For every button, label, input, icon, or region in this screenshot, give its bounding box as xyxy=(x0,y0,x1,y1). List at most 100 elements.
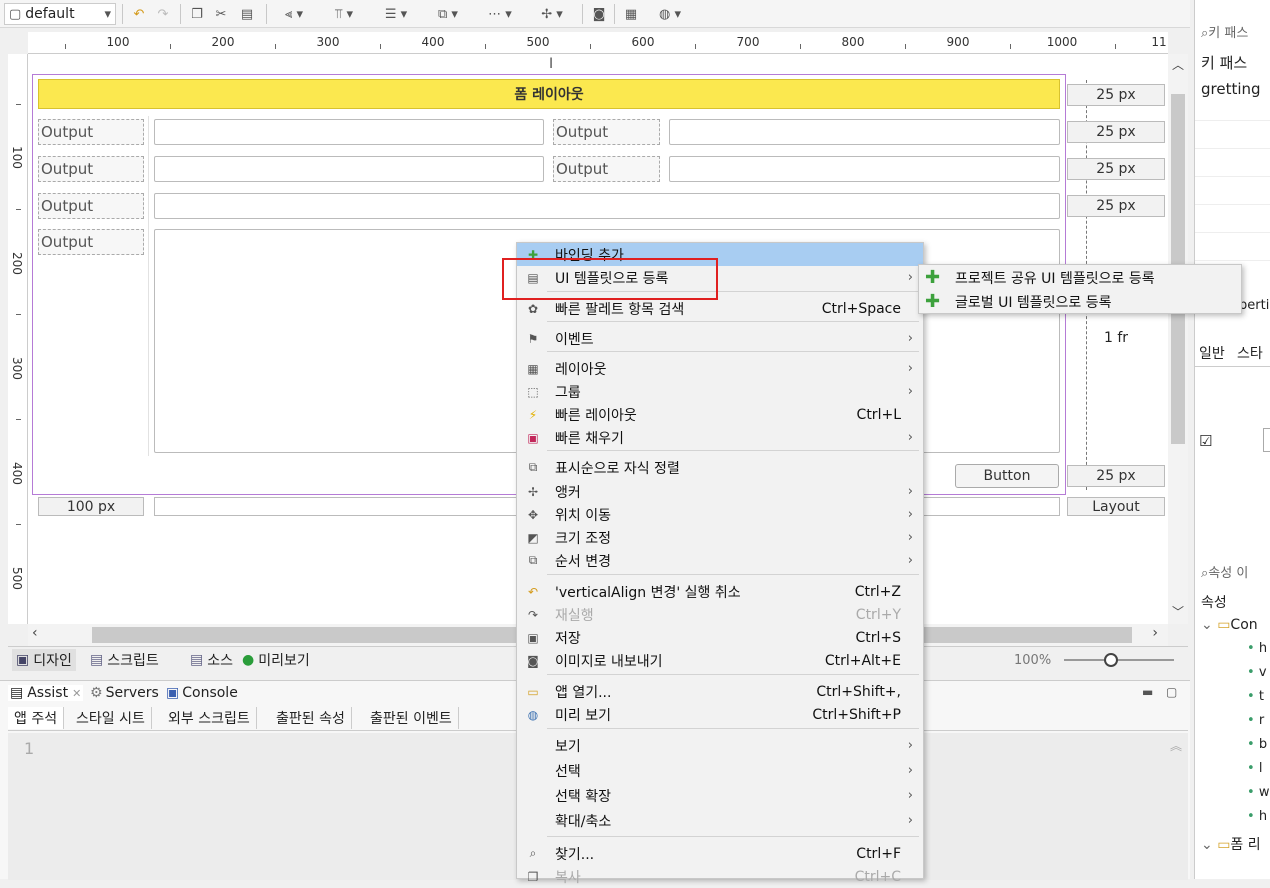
menu-item[interactable]: 선택 확장 › xyxy=(517,784,923,807)
row-height-label[interactable]: 1 fr xyxy=(1067,330,1165,346)
menu-item[interactable]: ✢ 앵커 › xyxy=(517,480,923,503)
chevron-left-icon[interactable]: ‹ xyxy=(32,625,38,641)
tab-design[interactable]: ▣ 디자인 xyxy=(12,649,76,671)
tree-item[interactable]: • h xyxy=(1247,641,1267,656)
menu-item[interactable]: ⌕ 찾기... Ctrl+F xyxy=(517,842,923,865)
menu-item[interactable]: ↷ 재실행 Ctrl+Y xyxy=(517,603,923,626)
collapse-icon[interactable]: ︽ xyxy=(1170,737,1182,754)
row-height-label[interactable]: 25 px xyxy=(1067,195,1165,217)
output-field[interactable]: Output xyxy=(38,119,144,145)
chevron-up-icon[interactable]: ︿ xyxy=(1172,56,1184,73)
row-height-label[interactable]: 25 px xyxy=(1067,121,1165,143)
menu-item[interactable]: ▭ 앱 열기... Ctrl+Shift+, xyxy=(517,680,923,703)
text-input[interactable] xyxy=(669,119,1060,145)
qr-icon[interactable]: ▦ xyxy=(620,3,642,25)
layout-select[interactable]: ▢ default ▾ xyxy=(4,3,116,25)
minimize-icon[interactable]: ▬ xyxy=(1142,685,1153,699)
tab-external-script[interactable]: 외부 스크립트 xyxy=(162,707,257,729)
menu-item[interactable]: ▣ 빠른 채우기 › xyxy=(517,426,923,449)
spacing-icon[interactable]: ⋯ ▾ xyxy=(478,3,522,25)
redo-icon[interactable]: ↷ xyxy=(152,3,174,25)
menu-item[interactable]: ↶ 'verticalAlign 변경' 실행 취소 Ctrl+Z xyxy=(517,580,923,603)
output-field[interactable]: Output xyxy=(38,229,144,255)
form-button[interactable]: Button xyxy=(955,464,1059,488)
keypath-value[interactable]: gretting xyxy=(1201,80,1261,98)
zoom-slider-handle[interactable] xyxy=(1104,653,1118,667)
layout-label[interactable]: Layout xyxy=(1067,497,1165,516)
property-search[interactable]: ⌕속성 이 xyxy=(1201,562,1248,581)
anchor-tool-icon[interactable]: ✢ ▾ xyxy=(530,3,574,25)
copy-icon[interactable]: ❐ xyxy=(186,3,208,25)
align-top-icon[interactable]: ⫪ ▾ xyxy=(322,3,366,25)
undo-icon[interactable]: ↶ xyxy=(128,3,150,25)
tree-node[interactable]: ⌄ ▭폼 리 xyxy=(1201,834,1261,854)
menu-item[interactable]: ⚑ 이벤트 › xyxy=(517,327,923,350)
tree-item[interactable]: • h xyxy=(1247,809,1267,824)
tree-item[interactable]: • w xyxy=(1247,785,1269,800)
tab-properties[interactable]: pertie xyxy=(1239,298,1270,313)
tree-item[interactable]: • v xyxy=(1247,665,1267,680)
row-height-label[interactable]: 25 px xyxy=(1067,84,1165,106)
menu-item[interactable]: ⧉ 표시순으로 자식 정렬 xyxy=(517,456,923,479)
submenu-item[interactable]: ✚ 프로젝트 공유 UI 템플릿으로 등록 xyxy=(919,266,1241,289)
chevron-right-icon[interactable]: › xyxy=(1152,625,1158,641)
row-height-label[interactable]: 25 px xyxy=(1067,465,1165,487)
cut-icon[interactable]: ✂ xyxy=(210,3,232,25)
input-field[interactable] xyxy=(1263,428,1270,452)
form-title-banner[interactable]: 폼 레이아웃 xyxy=(38,79,1060,109)
tab-console[interactable]: ▣ Console xyxy=(166,685,238,701)
menu-item[interactable]: ▦ 레이아웃 › xyxy=(517,357,923,380)
text-input[interactable] xyxy=(154,119,544,145)
row-height-label[interactable]: 25 px xyxy=(1067,158,1165,180)
distribute-icon[interactable]: ☰ ▾ xyxy=(374,3,418,25)
tab-stylesheet[interactable]: 스타일 시트 xyxy=(70,707,152,729)
camera-icon[interactable]: ◙ xyxy=(588,3,610,25)
menu-item[interactable]: 보기 › xyxy=(517,734,923,757)
menu-item[interactable]: ⚡ 빠른 레이아웃 Ctrl+L xyxy=(517,403,923,426)
tab-servers[interactable]: ⚙ Servers xyxy=(90,685,159,701)
tab-source[interactable]: ▤ 소스 xyxy=(190,649,233,671)
chevron-down-icon[interactable]: ﹀ xyxy=(1172,603,1184,620)
tree-node[interactable]: ⌄ ▭Con xyxy=(1201,617,1258,633)
tree-item[interactable]: • r xyxy=(1247,713,1264,728)
menu-item[interactable]: ✿ 빠른 팔레트 항목 검색 Ctrl+Space xyxy=(517,297,923,320)
globe-icon[interactable]: ◍ ▾ xyxy=(648,3,692,25)
tab-assist[interactable]: ▤ Assist ✕ xyxy=(8,685,84,701)
output-field[interactable]: Output xyxy=(38,193,144,219)
tab-general[interactable]: 일반 xyxy=(1199,343,1225,363)
arrange-icon[interactable]: ⧉ ▾ xyxy=(426,3,470,25)
menu-item[interactable]: ◩ 크기 조정 › xyxy=(517,526,923,549)
col-width-label[interactable]: 100 px xyxy=(38,497,144,516)
align-left-icon[interactable]: ⫷ ▾ xyxy=(272,3,316,25)
tab-published-props[interactable]: 출판된 속성 xyxy=(270,707,352,729)
tree-item[interactable]: • l xyxy=(1247,761,1262,776)
tree-item[interactable]: • t xyxy=(1247,689,1264,704)
tree-item[interactable]: • b xyxy=(1247,737,1267,752)
menu-item[interactable]: 확대/축소 › xyxy=(517,809,923,832)
text-input[interactable] xyxy=(669,156,1060,182)
close-icon[interactable]: ✕ xyxy=(72,687,81,700)
menu-item[interactable]: ✥ 위치 이동 › xyxy=(517,503,923,526)
tab-preview[interactable]: ● 미리보기 xyxy=(242,649,310,671)
output-field[interactable]: Output xyxy=(553,156,660,182)
menu-item[interactable]: ⬚ 그룹 › xyxy=(517,380,923,403)
text-input[interactable] xyxy=(154,193,1060,219)
paste-icon[interactable]: ▤ xyxy=(236,3,258,25)
menu-item[interactable]: ❐ 복사 Ctrl+C xyxy=(517,865,923,888)
menu-item[interactable]: ◍ 미리 보기 Ctrl+Shift+P xyxy=(517,703,923,726)
maximize-icon[interactable]: ▢ xyxy=(1166,685,1177,699)
output-field[interactable]: Output xyxy=(553,119,660,145)
text-input[interactable] xyxy=(154,156,544,182)
checkbox[interactable]: ☑ xyxy=(1199,432,1212,450)
tab-app-comment[interactable]: 앱 주석 xyxy=(8,707,65,729)
menu-item[interactable]: ⧉ 순서 변경 › xyxy=(517,549,923,572)
output-field[interactable]: Output xyxy=(38,156,144,182)
vertical-scrollbar[interactable]: ︿ ﹀ xyxy=(1168,54,1188,624)
menu-item[interactable]: ▣ 저장 Ctrl+S xyxy=(517,626,923,649)
menu-item[interactable]: ◙ 이미지로 내보내기 Ctrl+Alt+E xyxy=(517,649,923,672)
tab-style[interactable]: 스타 xyxy=(1237,343,1263,363)
tab-script[interactable]: ▤ 스크립트 xyxy=(90,649,159,671)
submenu-item[interactable]: ✚ 글로벌 UI 템플릿으로 등록 xyxy=(919,290,1241,313)
tab-published-events[interactable]: 출판된 이벤트 xyxy=(364,707,459,729)
menu-item[interactable]: 선택 › xyxy=(517,759,923,782)
